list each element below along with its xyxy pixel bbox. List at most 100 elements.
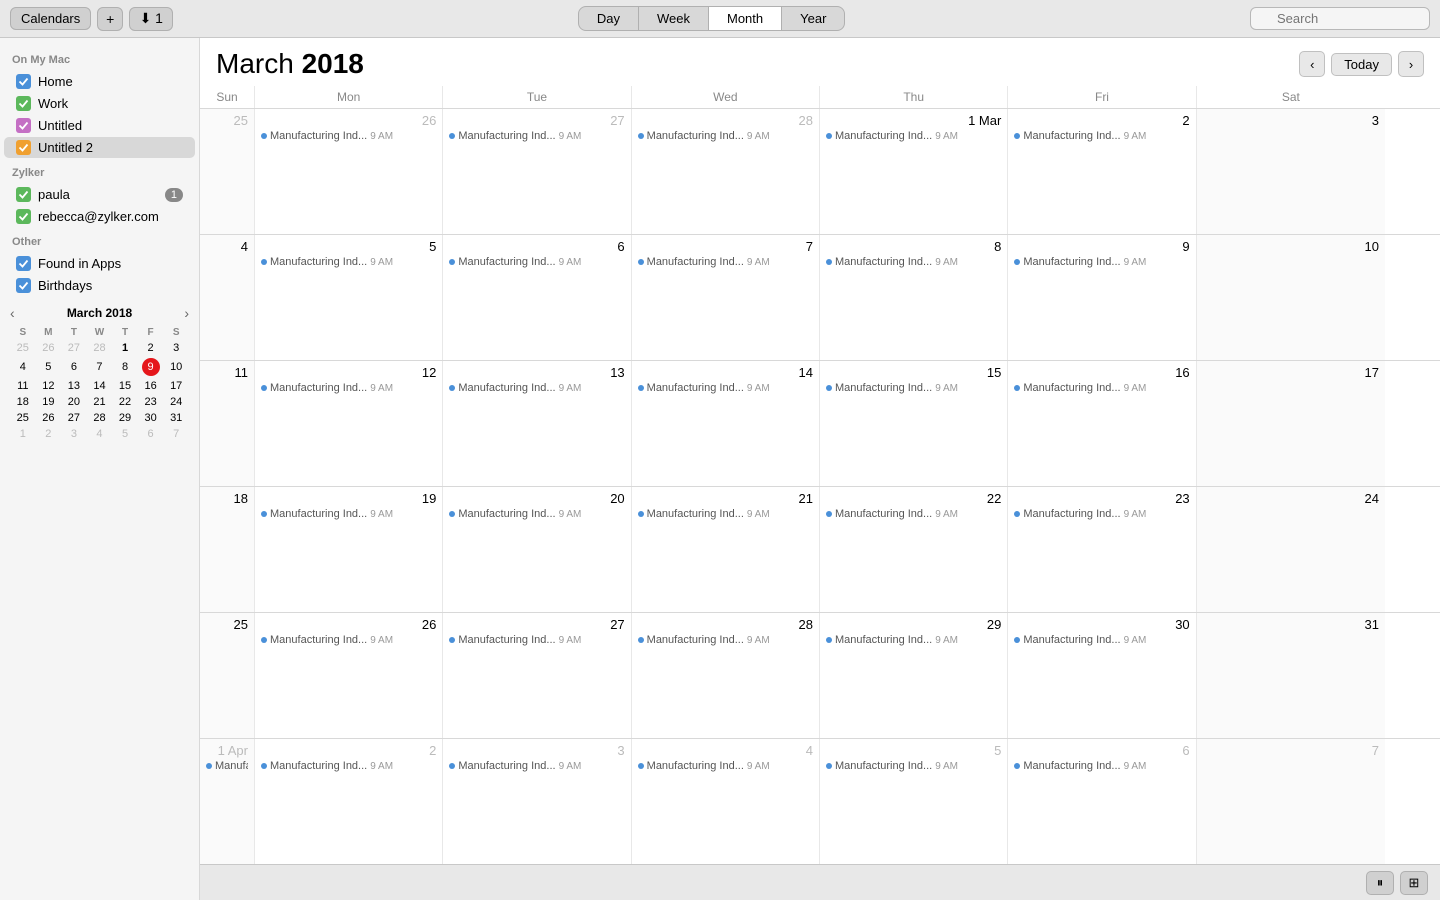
- layout-button[interactable]: ⊞: [1400, 871, 1428, 895]
- cal-cell-mar15[interactable]: 15Manufacturing Ind...9 AM: [820, 361, 1008, 486]
- cal-cell-mar20[interactable]: 20Manufacturing Ind...9 AM: [443, 487, 631, 612]
- mini-day[interactable]: 2: [138, 340, 164, 356]
- mini-day[interactable]: 1: [10, 426, 36, 442]
- event[interactable]: Manufacturing Ind...9 AM: [638, 760, 813, 772]
- sidebar-item-work[interactable]: Work: [4, 93, 195, 114]
- mini-day[interactable]: 14: [87, 378, 113, 394]
- cal-cell-mar16[interactable]: 16Manufacturing Ind...9 AM: [1008, 361, 1196, 486]
- sidebar-item-found-apps[interactable]: Found in Apps: [4, 253, 195, 274]
- cal-cell-mar5[interactable]: 5Manufacturing Ind...9 AM: [255, 235, 443, 360]
- month-view-button[interactable]: Month: [709, 7, 782, 30]
- event[interactable]: Manufacturing Ind...9 AM: [1014, 256, 1189, 268]
- mini-day[interactable]: 27: [61, 340, 87, 356]
- cal-cell-mar1[interactable]: 1 MarManufacturing Ind...9 AM: [820, 109, 1008, 234]
- mini-day-today[interactable]: 9: [138, 356, 164, 378]
- event[interactable]: Manufacturing Ind...9 AM: [826, 508, 1001, 520]
- sidebar-item-home[interactable]: Home: [4, 71, 195, 92]
- mini-day[interactable]: 4: [87, 426, 113, 442]
- mini-day[interactable]: 11: [10, 378, 36, 394]
- event[interactable]: Manufacturing Ind...9 AM: [826, 130, 1001, 142]
- calendar-prev-button[interactable]: ‹: [1299, 51, 1325, 77]
- event[interactable]: Manufacturing Ind...9 AM: [1014, 760, 1189, 772]
- event[interactable]: Manufacturing Ind...9 AM: [261, 256, 436, 268]
- cal-cell-mar11[interactable]: 11: [200, 361, 255, 486]
- cal-cell-mar24[interactable]: 24: [1197, 487, 1385, 612]
- event[interactable]: Manufacturing Ind...9 AM: [261, 760, 436, 772]
- mini-day[interactable]: 28: [87, 410, 113, 426]
- event[interactable]: Manufacturing Ind...9 AM: [638, 508, 813, 520]
- cal-cell-mar21[interactable]: 21Manufacturing Ind...9 AM: [632, 487, 820, 612]
- mini-day[interactable]: 30: [138, 410, 164, 426]
- cal-cell-mar7[interactable]: 7Manufacturing Ind...9 AM: [632, 235, 820, 360]
- mini-day[interactable]: 7: [87, 356, 113, 378]
- event[interactable]: Manufacturing Ind...9 AM: [638, 256, 813, 268]
- event[interactable]: Manufacturing Ind...9 AM: [449, 760, 624, 772]
- event[interactable]: Manufacturing Ind...9 AM: [1014, 130, 1189, 142]
- event[interactable]: Manufacturing Ind...9 AM: [638, 382, 813, 394]
- cal-cell-mar26[interactable]: 26Manufacturing Ind...9 AM: [255, 613, 443, 738]
- event[interactable]: Manufacturing Ind...9 AM: [449, 256, 624, 268]
- cal-cell-mar10[interactable]: 10: [1197, 235, 1385, 360]
- cal-cell-mar13[interactable]: 13Manufacturing Ind...9 AM: [443, 361, 631, 486]
- mini-day[interactable]: 20: [61, 394, 87, 410]
- mini-day[interactable]: 31: [163, 410, 189, 426]
- mini-day[interactable]: 7: [163, 426, 189, 442]
- cal-cell-mar31[interactable]: 31: [1197, 613, 1385, 738]
- mini-day[interactable]: 22: [112, 394, 138, 410]
- event[interactable]: Manufacturing Ind...9 AM: [261, 634, 436, 646]
- day-view-button[interactable]: Day: [579, 7, 639, 30]
- cal-cell-mar30[interactable]: 30Manufacturing Ind...9 AM: [1008, 613, 1196, 738]
- mini-day[interactable]: 26: [36, 340, 62, 356]
- mini-day[interactable]: 26: [36, 410, 62, 426]
- event[interactable]: Manufacturing Ind...9 AM: [449, 382, 624, 394]
- mini-day[interactable]: 27: [61, 410, 87, 426]
- add-calendar-button[interactable]: +: [97, 7, 123, 31]
- mini-day[interactable]: 25: [10, 410, 36, 426]
- cal-cell-mar25[interactable]: 25: [200, 613, 255, 738]
- event[interactable]: Manufacturing Ind...9 AM: [206, 760, 248, 772]
- week-view-button[interactable]: Week: [639, 7, 709, 30]
- mini-day[interactable]: 8: [112, 356, 138, 378]
- cal-cell-feb27[interactable]: 27Manufacturing Ind...9 AM: [443, 109, 631, 234]
- event[interactable]: Manufacturing Ind...9 AM: [826, 634, 1001, 646]
- mini-day[interactable]: 23: [138, 394, 164, 410]
- mini-day[interactable]: 15: [112, 378, 138, 394]
- mini-day[interactable]: 17: [163, 378, 189, 394]
- import-button[interactable]: ⬇ 1: [129, 7, 173, 31]
- cal-cell-feb28[interactable]: 28Manufacturing Ind...9 AM: [632, 109, 820, 234]
- mini-day[interactable]: 19: [36, 394, 62, 410]
- today-button[interactable]: Today: [1331, 53, 1392, 76]
- mini-day[interactable]: 12: [36, 378, 62, 394]
- sidebar-item-birthdays[interactable]: Birthdays: [4, 275, 195, 296]
- mini-day[interactable]: 18: [10, 394, 36, 410]
- mini-day[interactable]: 3: [163, 340, 189, 356]
- cal-cell-apr3[interactable]: 3Manufacturing Ind...9 AM: [443, 739, 631, 864]
- cal-cell-apr7[interactable]: 7: [1197, 739, 1385, 864]
- cal-cell-mar12[interactable]: 12Manufacturing Ind...9 AM: [255, 361, 443, 486]
- calendar-next-button[interactable]: ›: [1398, 51, 1424, 77]
- cal-cell-apr5[interactable]: 5Manufacturing Ind...9 AM: [820, 739, 1008, 864]
- mini-day[interactable]: 5: [112, 426, 138, 442]
- sidebar-item-rebecca[interactable]: rebecca@zylker.com: [4, 206, 195, 227]
- cal-cell-mar22[interactable]: 22Manufacturing Ind...9 AM: [820, 487, 1008, 612]
- mini-day[interactable]: 10: [163, 356, 189, 378]
- cal-cell-mar8[interactable]: 8Manufacturing Ind...9 AM: [820, 235, 1008, 360]
- event[interactable]: Manufacturing Ind...9 AM: [449, 130, 624, 142]
- mini-day[interactable]: 6: [61, 356, 87, 378]
- event[interactable]: Manufacturing Ind...9 AM: [1014, 382, 1189, 394]
- cal-cell-apr1[interactable]: 1 AprManufacturing Ind...9 AM: [200, 739, 255, 864]
- event[interactable]: Manufacturing Ind...9 AM: [826, 382, 1001, 394]
- cal-cell-mar14[interactable]: 14Manufacturing Ind...9 AM: [632, 361, 820, 486]
- cal-cell-mar4[interactable]: 4: [200, 235, 255, 360]
- pause-button[interactable]: ⏸: [1366, 871, 1394, 895]
- sidebar-item-untitled[interactable]: Untitled: [4, 115, 195, 136]
- cal-cell-mar27[interactable]: 27Manufacturing Ind...9 AM: [443, 613, 631, 738]
- mini-day[interactable]: 13: [61, 378, 87, 394]
- sidebar-item-untitled2[interactable]: Untitled 2: [4, 137, 195, 158]
- mini-day[interactable]: 3: [61, 426, 87, 442]
- cal-cell-mar23[interactable]: 23Manufacturing Ind...9 AM: [1008, 487, 1196, 612]
- event[interactable]: Manufacturing Ind...9 AM: [261, 508, 436, 520]
- calendars-button[interactable]: Calendars: [10, 7, 91, 30]
- event[interactable]: Manufacturing Ind...9 AM: [826, 760, 1001, 772]
- event[interactable]: Manufacturing Ind...9 AM: [1014, 508, 1189, 520]
